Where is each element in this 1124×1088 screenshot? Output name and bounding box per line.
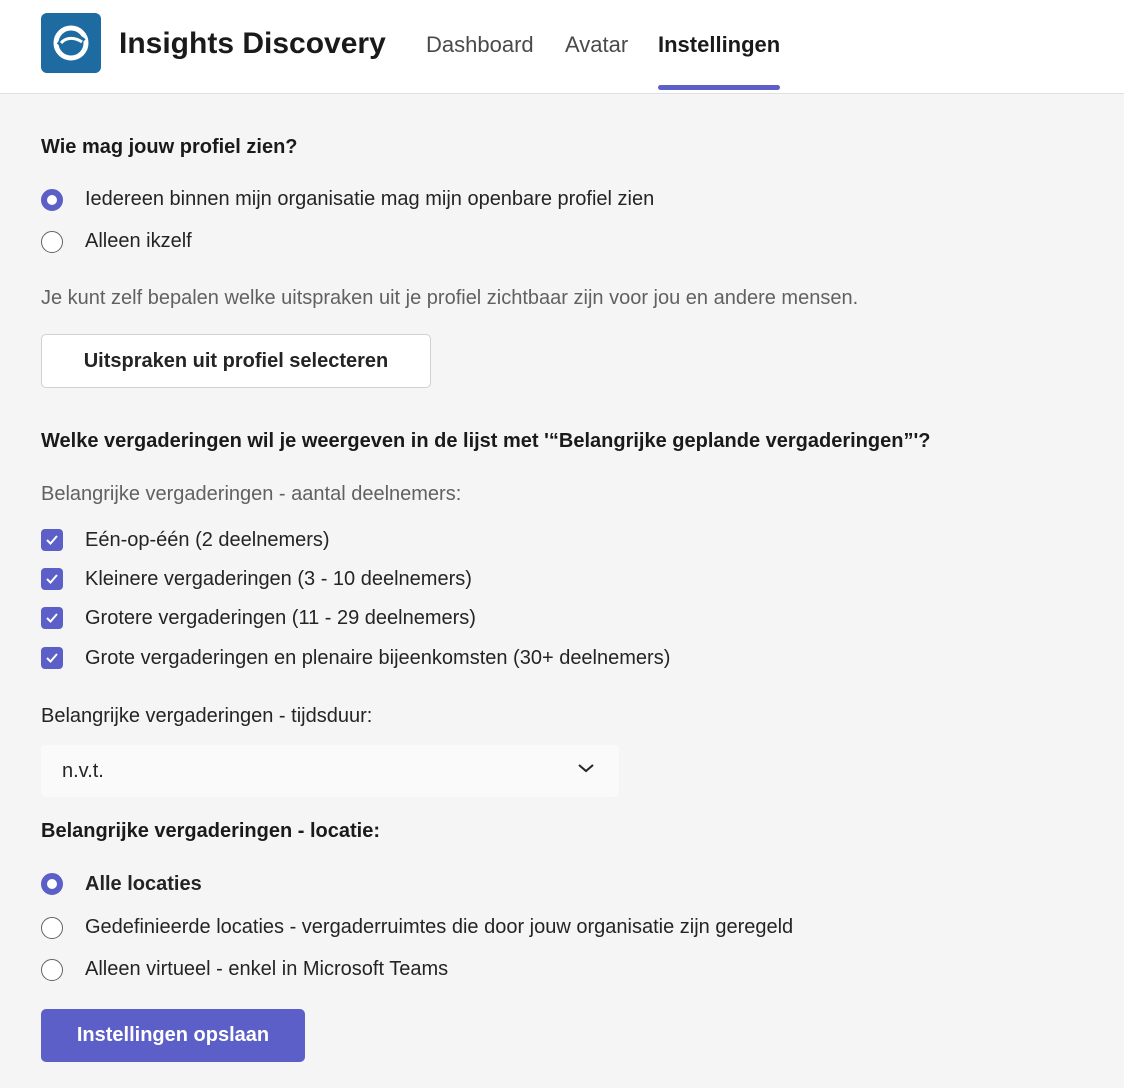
profile-statements-hint: Je kunt zelf bepalen welke uitspraken ui… bbox=[41, 287, 859, 309]
checkmark-icon bbox=[46, 613, 58, 623]
checkbox-label-one-on-one: Eén-op-één (2 deelnemers) bbox=[85, 529, 330, 551]
profile-visibility-heading: Wie mag jouw profiel zien? bbox=[41, 136, 298, 158]
tab-instellingen[interactable]: Instellingen bbox=[658, 32, 781, 90]
checkbox-large-plenary-meetings[interactable] bbox=[41, 647, 63, 669]
checkbox-label-large-plenary-meetings: Grote vergaderingen en plenaire bijeenko… bbox=[85, 647, 671, 669]
meetings-heading: Welke vergaderingen wil je weergeven in … bbox=[41, 430, 931, 452]
checkbox-label-smaller-meetings: Kleinere vergaderingen (3 - 10 deelnemer… bbox=[85, 568, 472, 590]
duration-select-value: n.v.t. bbox=[62, 760, 104, 782]
app-logo-icon bbox=[41, 13, 101, 73]
duration-select[interactable]: n.v.t. bbox=[41, 745, 619, 797]
radio-only-me[interactable] bbox=[41, 231, 63, 253]
checkmark-icon bbox=[46, 535, 58, 545]
app-title: Insights Discovery bbox=[119, 27, 386, 60]
participants-label: Belangrijke vergaderingen - aantal deeln… bbox=[41, 483, 462, 505]
radio-label-everyone: Iedereen binnen mijn organisatie mag mij… bbox=[85, 188, 655, 210]
checkbox-larger-meetings[interactable] bbox=[41, 607, 63, 629]
radio-all-locations[interactable] bbox=[41, 873, 63, 895]
checkmark-icon bbox=[46, 574, 58, 584]
radio-label-virtual-only: Alleen virtueel - enkel in Microsoft Tea… bbox=[85, 958, 449, 980]
radio-everyone-in-organisation[interactable] bbox=[41, 189, 63, 211]
radio-label-only-me: Alleen ikzelf bbox=[85, 230, 192, 252]
radio-virtual-only[interactable] bbox=[41, 959, 63, 981]
checkbox-one-on-one[interactable] bbox=[41, 529, 63, 551]
radio-defined-locations[interactable] bbox=[41, 917, 63, 939]
location-label: Belangrijke vergaderingen - locatie: bbox=[41, 820, 380, 842]
checkbox-smaller-meetings[interactable] bbox=[41, 568, 63, 590]
checkmark-icon bbox=[46, 653, 58, 663]
duration-label: Belangrijke vergaderingen - tijdsduur: bbox=[41, 705, 373, 727]
chevron-down-icon bbox=[577, 761, 595, 779]
select-statements-button[interactable]: Uitspraken uit profiel selecteren bbox=[41, 334, 431, 388]
checkbox-label-larger-meetings: Grotere vergaderingen (11 - 29 deelnemer… bbox=[85, 607, 476, 629]
app-header: Insights Discovery Dashboard Avatar Inst… bbox=[0, 0, 1124, 94]
save-settings-button[interactable]: Instellingen opslaan bbox=[41, 1009, 305, 1062]
tab-avatar[interactable]: Avatar bbox=[565, 32, 628, 90]
radio-label-all-locations: Alle locaties bbox=[85, 873, 202, 895]
tab-dashboard[interactable]: Dashboard bbox=[426, 32, 534, 90]
radio-label-defined-locations: Gedefinieerde locaties - vergaderruimtes… bbox=[85, 916, 794, 938]
